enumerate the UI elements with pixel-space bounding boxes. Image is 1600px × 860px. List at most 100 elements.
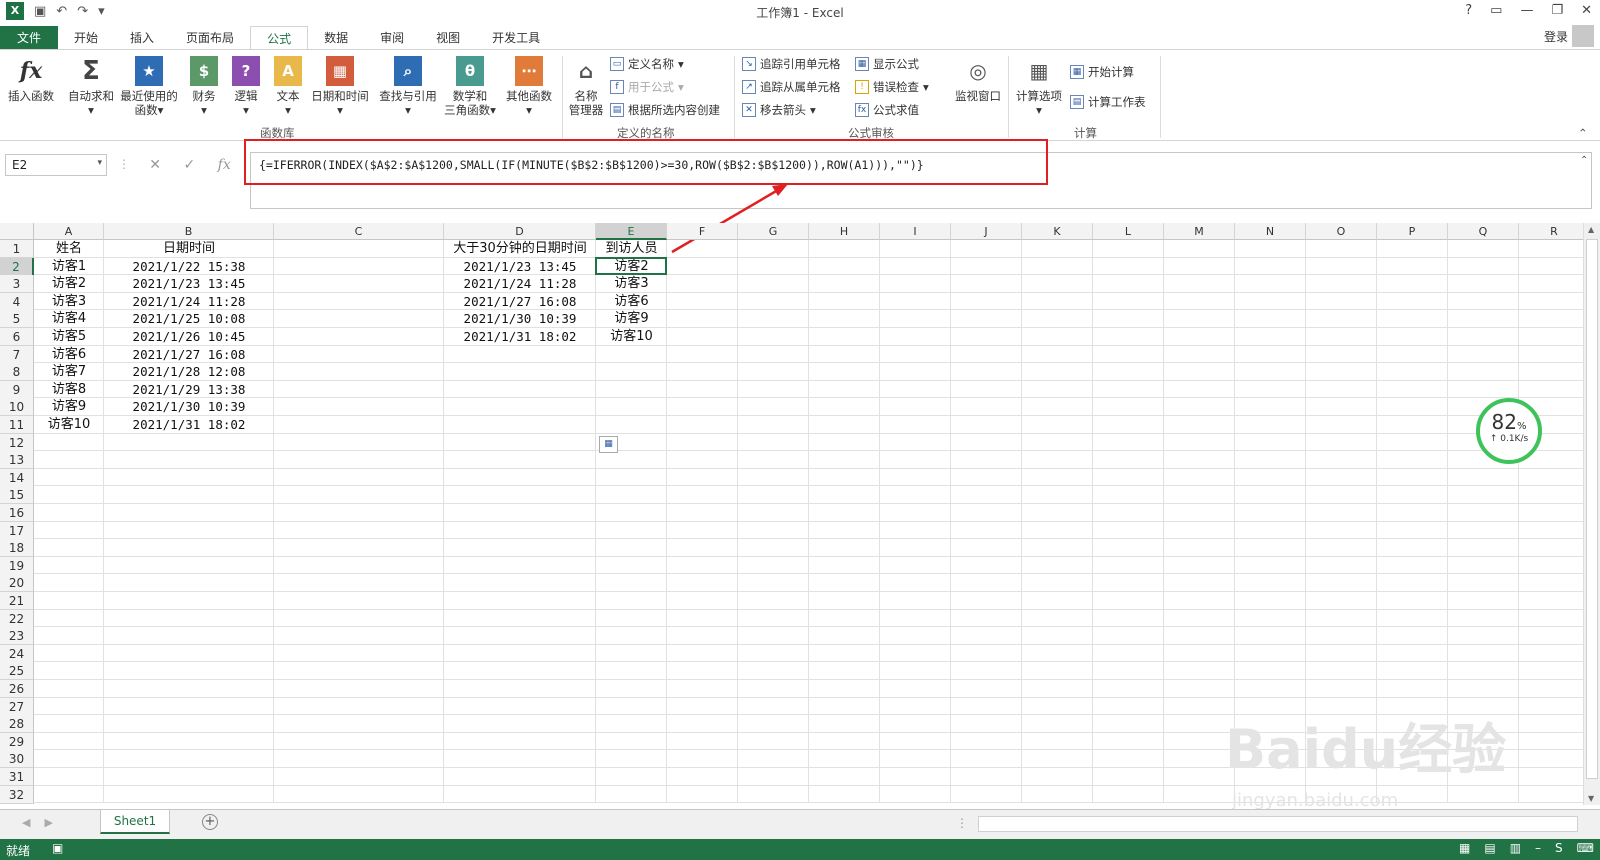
- cell-D4[interactable]: 2021/1/27 16:08: [444, 293, 596, 311]
- cell-B7[interactable]: 2021/1/27 16:08: [104, 346, 274, 364]
- cell-A10[interactable]: 访客9: [34, 398, 104, 416]
- cell-A2[interactable]: 访客1: [34, 258, 104, 276]
- column-header-J[interactable]: J: [951, 223, 1022, 240]
- column-header-E[interactable]: E: [596, 223, 667, 240]
- cell-E5[interactable]: 访客9: [596, 310, 667, 328]
- macro-record-icon[interactable]: ▣: [52, 841, 63, 855]
- cell-A1[interactable]: 姓名: [34, 240, 104, 258]
- row-header-7[interactable]: 7: [0, 345, 34, 364]
- cell-A4[interactable]: 访客3: [34, 293, 104, 311]
- column-header-P[interactable]: P: [1377, 223, 1448, 240]
- cell-E6[interactable]: 访客10: [596, 328, 667, 346]
- vertical-scrollbar[interactable]: ▲ ▼: [1583, 223, 1600, 805]
- cell-D6[interactable]: 2021/1/31 18:02: [444, 328, 596, 346]
- cell-B5[interactable]: 2021/1/25 10:08: [104, 310, 274, 328]
- row-header-24[interactable]: 24: [0, 644, 34, 663]
- column-header-F[interactable]: F: [667, 223, 738, 240]
- row-header-4[interactable]: 4: [0, 292, 34, 311]
- quick-analysis-icon[interactable]: ▦: [599, 435, 618, 453]
- cell-D2[interactable]: 2021/1/23 13:45: [444, 258, 596, 276]
- row-header-14[interactable]: 14: [0, 468, 34, 487]
- cell-E3[interactable]: 访客3: [596, 275, 667, 293]
- splitter-icon[interactable]: ⋮: [956, 816, 968, 830]
- select-all-corner[interactable]: [0, 223, 34, 240]
- cell-D3[interactable]: 2021/1/24 11:28: [444, 275, 596, 293]
- row-header-11[interactable]: 11: [0, 416, 34, 434]
- scroll-down-icon[interactable]: ▼: [1588, 794, 1594, 803]
- column-header-L[interactable]: L: [1093, 223, 1164, 240]
- cell-A9[interactable]: 访客8: [34, 381, 104, 399]
- cell-B4[interactable]: 2021/1/24 11:28: [104, 293, 274, 311]
- row-header-27[interactable]: 27: [0, 697, 34, 716]
- column-header-H[interactable]: H: [809, 223, 880, 240]
- column-header-R[interactable]: R: [1519, 223, 1590, 240]
- cell-A5[interactable]: 访客4: [34, 310, 104, 328]
- row-header-2[interactable]: 2: [0, 257, 34, 276]
- cell-B8[interactable]: 2021/1/28 12:08: [104, 363, 274, 381]
- active-cell-selection[interactable]: [595, 256, 667, 276]
- sheet-nav-arrows-icon[interactable]: ◀▶: [22, 816, 67, 829]
- row-header-22[interactable]: 22: [0, 609, 34, 628]
- row-header-17[interactable]: 17: [0, 521, 34, 540]
- cell-A11[interactable]: 访客10: [34, 416, 104, 434]
- row-header-1[interactable]: 1: [0, 240, 34, 258]
- cell-A6[interactable]: 访客5: [34, 328, 104, 346]
- cell-E4[interactable]: 访客6: [596, 293, 667, 311]
- row-header-26[interactable]: 26: [0, 680, 34, 698]
- row-header-5[interactable]: 5: [0, 310, 34, 329]
- column-header-A[interactable]: A: [34, 223, 104, 240]
- row-header-18[interactable]: 18: [0, 539, 34, 558]
- row-header-12[interactable]: 12: [0, 433, 34, 452]
- column-header-B[interactable]: B: [104, 223, 274, 240]
- row-header-28[interactable]: 28: [0, 715, 34, 734]
- column-header-N[interactable]: N: [1235, 223, 1306, 240]
- cell-B10[interactable]: 2021/1/30 10:39: [104, 398, 274, 416]
- page-break-icon[interactable]: ▥: [1510, 841, 1521, 855]
- row-header-25[interactable]: 25: [0, 662, 34, 681]
- add-sheet-icon[interactable]: +: [202, 814, 218, 830]
- column-header-Q[interactable]: Q: [1448, 223, 1519, 240]
- row-header-16[interactable]: 16: [0, 504, 34, 522]
- cell-B6[interactable]: 2021/1/26 10:45: [104, 328, 274, 346]
- row-header-31[interactable]: 31: [0, 768, 34, 786]
- row-header-6[interactable]: 6: [0, 328, 34, 346]
- row-header-10[interactable]: 10: [0, 398, 34, 417]
- cell-B1[interactable]: 日期时间: [104, 240, 274, 258]
- zoom-out-icon[interactable]: –: [1535, 841, 1541, 855]
- horizontal-scrollbar[interactable]: [978, 816, 1578, 832]
- row-header-15[interactable]: 15: [0, 486, 34, 505]
- scroll-up-icon[interactable]: ▲: [1588, 225, 1594, 234]
- cell-B3[interactable]: 2021/1/23 13:45: [104, 275, 274, 293]
- sheet-tab[interactable]: Sheet1: [100, 810, 170, 834]
- cell-A8[interactable]: 访客7: [34, 363, 104, 381]
- cell-D5[interactable]: 2021/1/30 10:39: [444, 310, 596, 328]
- page-layout-icon[interactable]: ▤: [1484, 841, 1495, 855]
- cell-B9[interactable]: 2021/1/29 13:38: [104, 381, 274, 399]
- cell-B2[interactable]: 2021/1/22 15:38: [104, 258, 274, 276]
- column-header-C[interactable]: C: [274, 223, 444, 240]
- row-header-21[interactable]: 21: [0, 592, 34, 610]
- cell-A3[interactable]: 访客2: [34, 275, 104, 293]
- row-header-29[interactable]: 29: [0, 732, 34, 751]
- column-header-K[interactable]: K: [1022, 223, 1093, 240]
- row-header-9[interactable]: 9: [0, 380, 34, 399]
- column-header-M[interactable]: M: [1164, 223, 1235, 240]
- row-header-23[interactable]: 23: [0, 627, 34, 646]
- normal-view-icon[interactable]: ▦: [1459, 841, 1470, 855]
- row-header-32[interactable]: 32: [0, 785, 34, 804]
- cell-D1[interactable]: 大于30分钟的日期时间: [444, 240, 596, 258]
- cell-A7[interactable]: 访客6: [34, 346, 104, 364]
- row-header-20[interactable]: 20: [0, 574, 34, 593]
- column-header-G[interactable]: G: [738, 223, 809, 240]
- row-header-8[interactable]: 8: [0, 363, 34, 382]
- cell-B11[interactable]: 2021/1/31 18:02: [104, 416, 274, 434]
- row-header-13[interactable]: 13: [0, 451, 34, 470]
- row-header-30[interactable]: 30: [0, 750, 34, 769]
- column-header-O[interactable]: O: [1306, 223, 1377, 240]
- row-header-3[interactable]: 3: [0, 275, 34, 294]
- column-header-D[interactable]: D: [444, 223, 596, 240]
- cell-E1[interactable]: 到访人员: [596, 240, 667, 258]
- vertical-scroll-thumb[interactable]: [1586, 239, 1598, 779]
- row-header-19[interactable]: 19: [0, 556, 34, 575]
- column-header-I[interactable]: I: [880, 223, 951, 240]
